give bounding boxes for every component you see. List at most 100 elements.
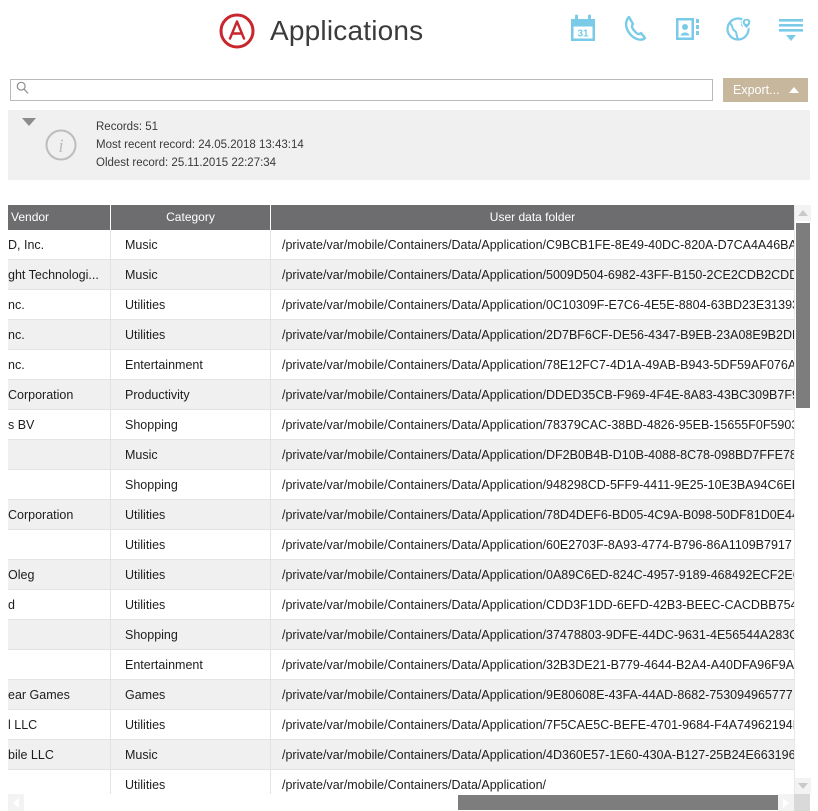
table-row[interactable]: Corporation Productivity/private/var/mobi… <box>8 380 794 410</box>
table-row[interactable]: nc. Utilities/private/var/mobile/Containe… <box>8 290 794 320</box>
cell-category: Music <box>111 440 271 470</box>
cell-category: Utilities <box>111 530 271 560</box>
cell-vendor: nc. <box>8 320 111 350</box>
search-input[interactable] <box>29 83 707 97</box>
table-row[interactable]: bile LLC Music/private/var/mobile/Contain… <box>8 740 794 770</box>
collapse-triangle-icon[interactable] <box>22 118 36 126</box>
cell-user-data-folder: /private/var/mobile/Containers/Data/Appl… <box>271 530 794 560</box>
cell-category: Utilities <box>111 320 271 350</box>
calendar-icon[interactable]: 31 <box>568 12 598 46</box>
cell-category: Shopping <box>111 620 271 650</box>
cell-user-data-folder: /private/var/mobile/Containers/Data/Appl… <box>271 500 794 530</box>
cell-category: Entertainment <box>111 650 271 680</box>
export-button-label: Export... <box>733 83 780 97</box>
table-row[interactable]: D, Inc. Music/private/var/mobile/Containe… <box>8 230 794 260</box>
cell-category: Music <box>111 740 271 770</box>
cell-vendor: Corporation <box>8 500 111 530</box>
cell-category: Utilities <box>111 710 271 740</box>
cell-user-data-folder: /private/var/mobile/Containers/Data/Appl… <box>271 350 794 380</box>
cell-category: Entertainment <box>111 350 271 380</box>
cell-vendor: ght Technologi... <box>8 260 111 290</box>
cell-vendor: l LLC <box>8 710 111 740</box>
search-box[interactable] <box>10 79 713 101</box>
table-row[interactable]: Entertainment/private/var/mobile/Contain… <box>8 650 794 680</box>
cell-user-data-folder: /private/var/mobile/Containers/Data/Appl… <box>271 410 794 440</box>
table-row[interactable]: nc. Entertainment/private/var/mobile/Cont… <box>8 350 794 380</box>
scroll-up-arrow-icon[interactable] <box>795 205 811 221</box>
cell-vendor <box>8 470 111 500</box>
column-header-vendor[interactable]: Vendor <box>8 205 111 230</box>
cell-user-data-folder: /private/var/mobile/Containers/Data/Appl… <box>271 230 794 260</box>
cell-category: Shopping <box>111 410 271 440</box>
cell-category: Utilities <box>111 500 271 530</box>
info-panel: i Records: 51 Most recent record: 24.05.… <box>8 110 810 180</box>
table-row[interactable]: d Utilities/private/var/mobile/Containers… <box>8 590 794 620</box>
cell-vendor: bile LLC <box>8 740 111 770</box>
horizontal-scrollbar[interactable] <box>8 794 810 811</box>
table-header-row: Vendor Category User data folder <box>8 205 794 230</box>
cell-vendor <box>8 620 111 650</box>
cell-user-data-folder: /private/var/mobile/Containers/Data/Appl… <box>271 770 794 795</box>
scroll-right-arrow-icon[interactable] <box>778 794 794 811</box>
cell-vendor: Corporation <box>8 380 111 410</box>
cell-category: Games <box>111 680 271 710</box>
cell-user-data-folder: /private/var/mobile/Containers/Data/Appl… <box>271 320 794 350</box>
svg-text:31: 31 <box>577 29 589 40</box>
horizontal-scrollbar-thumb[interactable] <box>458 795 788 810</box>
cell-vendor: ear Games <box>8 680 111 710</box>
app-title-bar: Applications 31 <box>0 0 818 70</box>
cell-user-data-folder: /private/var/mobile/Containers/Data/Appl… <box>271 260 794 290</box>
cell-vendor: D, Inc. <box>8 230 111 260</box>
cell-user-data-folder: /private/var/mobile/Containers/Data/Appl… <box>271 560 794 590</box>
records-count: Records: 51 <box>96 121 159 133</box>
cell-category: Utilities <box>111 560 271 590</box>
table-row[interactable]: Music/private/var/mobile/Containers/Data… <box>8 440 794 470</box>
most-recent-record: Most recent record: 24.05.2018 13:43:14 <box>96 139 304 151</box>
cell-user-data-folder: /private/var/mobile/Containers/Data/Appl… <box>271 710 794 740</box>
phone-icon[interactable] <box>620 12 650 46</box>
contacts-icon[interactable] <box>672 12 702 46</box>
page-title: Applications <box>270 15 424 46</box>
table-row[interactable]: Oleg Utilities/private/var/mobile/Contain… <box>8 560 794 590</box>
info-text-block: Records: 51 Most recent record: 24.05.20… <box>96 110 304 170</box>
column-header-category[interactable]: Category <box>111 205 271 230</box>
table-row[interactable]: ear Games Games/private/var/mobile/Contai… <box>8 680 794 710</box>
table-row[interactable]: Shopping/private/var/mobile/Containers/D… <box>8 470 794 500</box>
cell-category: Productivity <box>111 380 271 410</box>
cell-vendor <box>8 770 111 795</box>
cell-category: Music <box>111 260 271 290</box>
cell-user-data-folder: /private/var/mobile/Containers/Data/Appl… <box>271 620 794 650</box>
scroll-left-arrow-icon[interactable] <box>8 794 24 811</box>
scroll-down-arrow-icon[interactable] <box>795 778 811 794</box>
cell-user-data-folder: /private/var/mobile/Containers/Data/Appl… <box>271 740 794 770</box>
export-button[interactable]: Export... <box>723 78 808 102</box>
toolbar-icons: 31 <box>568 12 806 46</box>
table-row[interactable]: Shopping/private/var/mobile/Containers/D… <box>8 620 794 650</box>
cell-vendor: Oleg <box>8 560 111 590</box>
cell-user-data-folder: /private/var/mobile/Containers/Data/Appl… <box>271 470 794 500</box>
caret-up-icon <box>789 87 799 93</box>
cell-user-data-folder: /private/var/mobile/Containers/Data/Appl… <box>271 680 794 710</box>
table-row[interactable]: l LLC Utilities/private/var/mobile/Contai… <box>8 710 794 740</box>
vertical-scrollbar[interactable] <box>794 205 811 794</box>
table-row[interactable]: ght Technologi... Music/private/var/mobil… <box>8 260 794 290</box>
table-row[interactable]: Utilities/private/var/mobile/Containers/… <box>8 530 794 560</box>
vertical-scrollbar-thumb[interactable] <box>796 223 810 408</box>
cell-user-data-folder: /private/var/mobile/Containers/Data/Appl… <box>271 590 794 620</box>
column-header-user-data-folder[interactable]: User data folder <box>271 205 794 230</box>
table-row[interactable]: nc. Utilities/private/var/mobile/Containe… <box>8 320 794 350</box>
cell-category: Music <box>111 230 271 260</box>
cell-vendor: d <box>8 590 111 620</box>
cell-user-data-folder: /private/var/mobile/Containers/Data/Appl… <box>271 380 794 410</box>
table-row[interactable]: Corporation Utilities/private/var/mobile/… <box>8 500 794 530</box>
globe-location-icon[interactable] <box>724 12 754 46</box>
table-body: D, Inc. Music/private/var/mobile/Containe… <box>8 230 794 795</box>
menu-list-icon[interactable] <box>776 12 806 46</box>
table-row[interactable]: Utilities/private/var/mobile/Containers/… <box>8 770 794 795</box>
table-row[interactable]: s BV Shopping/private/var/mobile/Containe… <box>8 410 794 440</box>
cell-category: Utilities <box>111 590 271 620</box>
applications-table: Vendor Category User data folder D, Inc.… <box>8 205 811 811</box>
app-store-circle-a-icon <box>218 12 256 50</box>
svg-text:i: i <box>58 136 63 157</box>
cell-category: Utilities <box>111 290 271 320</box>
